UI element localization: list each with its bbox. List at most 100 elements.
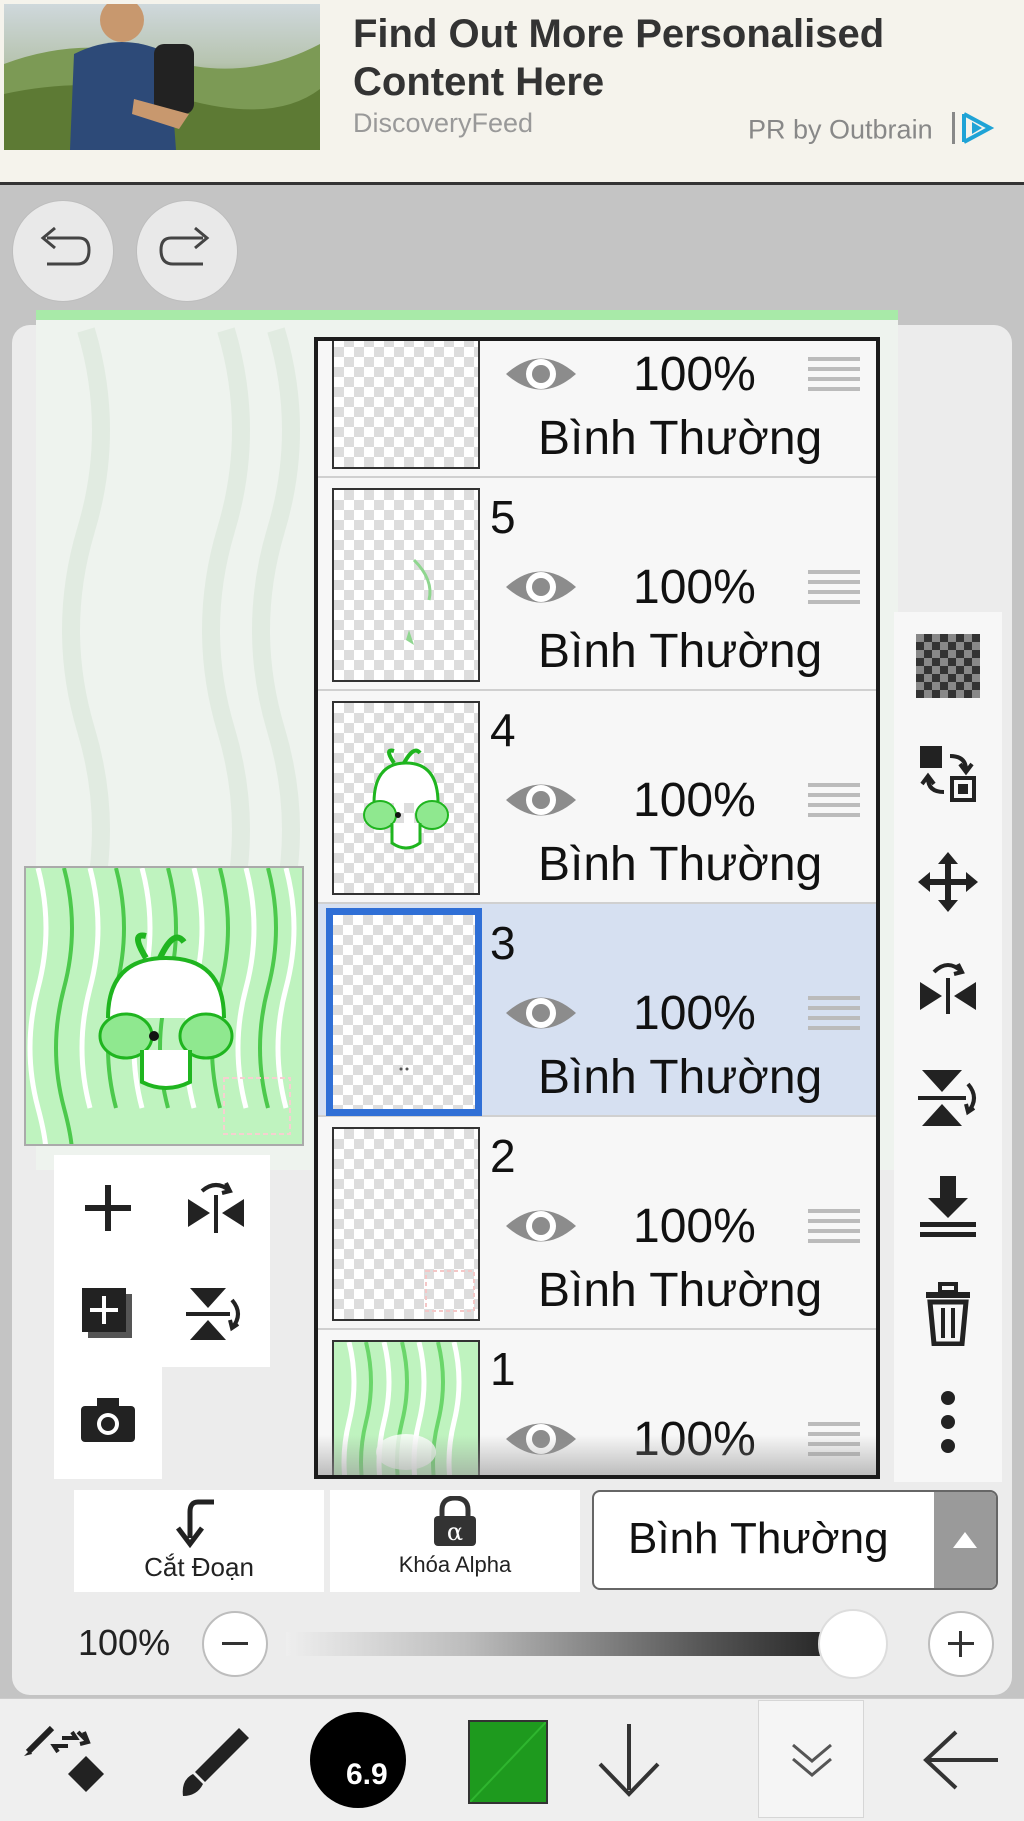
merge-down-icon xyxy=(920,1176,976,1237)
layer-row[interactable]: 2 100% Bình Thường xyxy=(318,1117,876,1330)
dropdown-arrow-icon[interactable] xyxy=(934,1492,996,1588)
drag-handle-icon[interactable] xyxy=(808,1209,860,1243)
layer-number: 2 xyxy=(490,1130,516,1182)
flip-vertical-button[interactable] xyxy=(908,1058,988,1138)
arrow-left-icon xyxy=(923,1730,998,1790)
arrow-down-icon xyxy=(598,1724,660,1797)
canvas-preview[interactable] xyxy=(24,866,304,1146)
layer-opacity: 100% xyxy=(633,348,756,401)
opacity-slider-thumb[interactable] xyxy=(818,1609,888,1679)
drag-handle-icon[interactable] xyxy=(808,570,860,604)
double-chevron-down-icon xyxy=(792,1743,832,1777)
opacity-increase-button[interactable] xyxy=(928,1611,994,1677)
visibility-eye-icon[interactable] xyxy=(502,988,580,1038)
brush-tool-button[interactable] xyxy=(160,1699,270,1821)
add-layer-button[interactable] xyxy=(54,1155,162,1261)
layer-row-selected[interactable]: 3 100% Bình Thường xyxy=(318,904,876,1117)
drag-handle-icon[interactable] xyxy=(808,783,860,817)
ad-sponsor-text: PR by Outbrain xyxy=(748,114,933,145)
ad-source: DiscoveryFeed xyxy=(353,108,534,138)
drag-handle-icon[interactable] xyxy=(808,996,860,1030)
layer-number: 5 xyxy=(490,491,516,543)
swap-layers-icon xyxy=(920,746,976,802)
opacity-decrease-button[interactable] xyxy=(202,1611,268,1677)
layer-down-button[interactable] xyxy=(574,1699,684,1821)
add-copy-layer-button[interactable] xyxy=(54,1261,162,1367)
merge-down-button[interactable] xyxy=(908,1166,988,1246)
clip-arrow-icon xyxy=(176,1499,214,1548)
flip-vertical-icon xyxy=(918,1070,976,1126)
layer-blend-mode: Bình Thường xyxy=(538,1264,823,1317)
flip-horizontal-icon xyxy=(920,963,976,1014)
layer-thumbnail[interactable] xyxy=(332,701,480,895)
layer-thumbnail[interactable] xyxy=(332,488,480,682)
trash-icon xyxy=(926,1282,970,1346)
opacity-slider[interactable] xyxy=(286,1632,886,1656)
redo-button[interactable] xyxy=(136,200,238,302)
color-swatch[interactable] xyxy=(468,1720,548,1804)
layer-blend-mode: Bình Thường xyxy=(538,1051,823,1104)
more-options-button[interactable] xyxy=(908,1382,988,1462)
ad-banner[interactable]: Find Out More Personalised Content Here … xyxy=(0,0,1024,184)
flip-layer-button[interactable] xyxy=(162,1155,270,1261)
layer-blend-mode: Bình Thường xyxy=(538,625,823,678)
layer-row[interactable]: 5 100% Bình Thường xyxy=(318,478,876,691)
swap-layers-button[interactable] xyxy=(908,734,988,814)
layer-opacity: 100% xyxy=(633,561,756,614)
layer-opacity: 100% xyxy=(633,987,756,1040)
layer-tools-camera xyxy=(54,1367,162,1479)
undo-icon xyxy=(33,224,93,279)
layer-thumbnail[interactable] xyxy=(326,908,482,1116)
layer-number: 4 xyxy=(490,704,516,756)
layer-number: 1 xyxy=(490,1343,516,1395)
blend-mode-select[interactable]: Bình Thường xyxy=(592,1490,998,1590)
clipping-label: Cắt Đoạn xyxy=(144,1552,254,1582)
alpha-lock-label: Khóa Alpha xyxy=(398,1552,512,1577)
rotate-layer-button[interactable] xyxy=(162,1261,270,1367)
redo-icon xyxy=(157,224,217,279)
visibility-eye-icon[interactable] xyxy=(502,562,580,612)
add-copy-icon xyxy=(82,1288,132,1338)
blend-mode-value: Bình Thường xyxy=(628,1514,889,1563)
layer-thumbnail[interactable] xyxy=(332,341,480,469)
tool-switch-button[interactable] xyxy=(10,1699,120,1821)
minus-icon xyxy=(222,1642,248,1645)
layers-list[interactable]: 100% Bình Thường 5 100% Bình Thường 4 10… xyxy=(314,337,880,1479)
alpha-lock-button[interactable]: α Khóa Alpha xyxy=(330,1490,580,1592)
layer-number: 3 xyxy=(490,917,516,969)
brush-icon xyxy=(182,1728,249,1796)
flip-layer-icon xyxy=(188,1182,244,1233)
more-vertical-icon xyxy=(941,1391,955,1453)
clipping-button[interactable]: Cắt Đoạn xyxy=(74,1490,324,1592)
ad-divider xyxy=(0,182,1024,185)
right-toolbar xyxy=(894,612,1002,1482)
camera-button[interactable] xyxy=(54,1367,162,1473)
flip-horizontal-button[interactable] xyxy=(908,950,988,1030)
move-icon xyxy=(918,852,978,912)
alpha-lock-icon: α xyxy=(434,1496,476,1546)
collapse-menu-button[interactable] xyxy=(758,1700,864,1818)
layer-row[interactable]: 100% Bình Thường xyxy=(318,341,876,478)
layer-opacity: 100% xyxy=(633,774,756,827)
move-button[interactable] xyxy=(908,842,988,922)
undo-button[interactable] xyxy=(12,200,114,302)
pen-eraser-switch-icon xyxy=(24,1725,104,1792)
layers-scroll[interactable]: 100% Bình Thường 5 100% Bình Thường 4 10… xyxy=(318,341,876,1475)
back-button[interactable] xyxy=(900,1699,1020,1821)
layer-row[interactable]: 4 100% Bình Thường xyxy=(318,691,876,904)
ad-sponsor-label[interactable]: PR by Outbrain xyxy=(748,110,1002,153)
drag-handle-icon[interactable] xyxy=(808,357,860,391)
visibility-eye-icon[interactable] xyxy=(502,1201,580,1251)
transparency-button[interactable] xyxy=(908,626,988,706)
visibility-eye-icon[interactable] xyxy=(502,775,580,825)
opacity-label: 100% xyxy=(78,1622,171,1663)
ad-image[interactable] xyxy=(4,4,320,150)
ad-title[interactable]: Find Out More Personalised Content Here xyxy=(353,10,993,106)
layer-opacity: 100% xyxy=(633,1200,756,1253)
camera-icon xyxy=(81,1398,135,1442)
layer-tools xyxy=(54,1155,270,1367)
layer-thumbnail[interactable] xyxy=(332,1127,480,1321)
visibility-eye-icon[interactable] xyxy=(502,349,580,399)
brush-size-value: 6.9 xyxy=(346,1758,388,1791)
delete-layer-button[interactable] xyxy=(908,1274,988,1354)
